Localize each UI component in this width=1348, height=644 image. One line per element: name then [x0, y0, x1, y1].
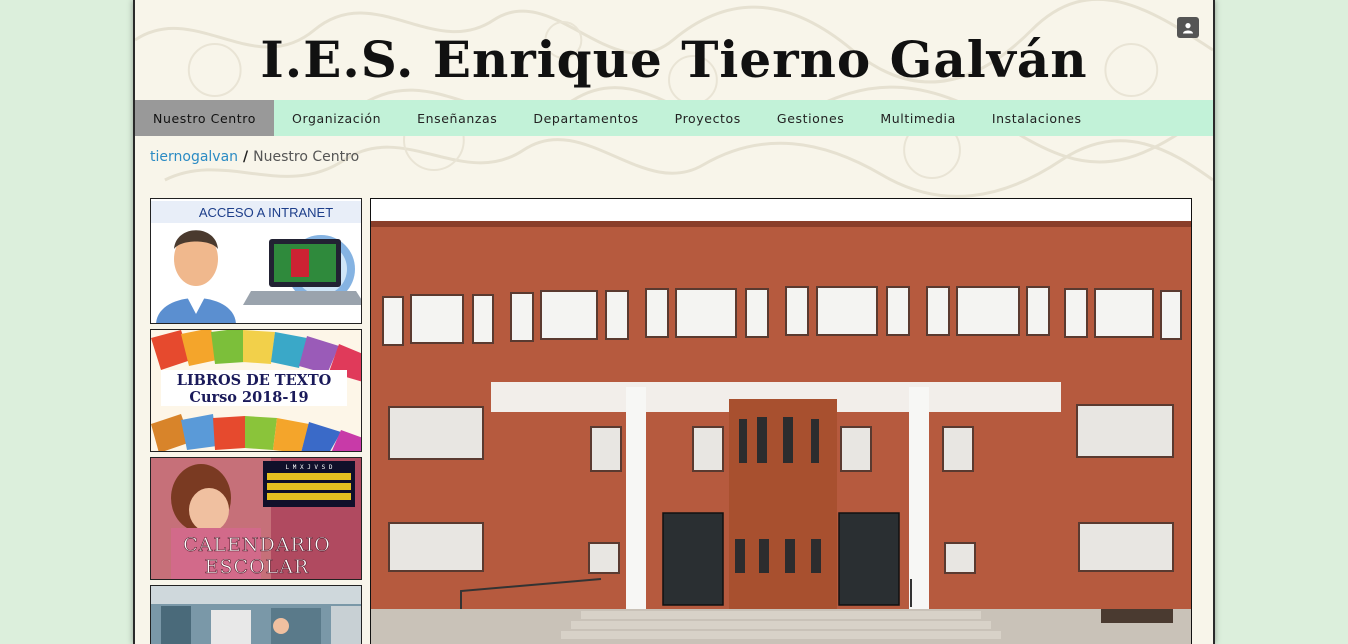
facilities-banner[interactable]	[150, 585, 362, 644]
breadcrumb-current: Nuestro Centro	[253, 149, 360, 165]
textbooks-banner[interactable]: LIBROS DE TEXTO Curso 2018-19	[150, 329, 362, 452]
nav-item-departamentos[interactable]: Departamentos	[515, 100, 656, 136]
intranet-banner-label: ACCESO A INTRANET	[199, 205, 333, 220]
site-title: I.E.S. Enrique Tierno Galván	[260, 30, 1088, 89]
workshop-photo	[151, 586, 361, 644]
user-login-button[interactable]	[1177, 17, 1199, 38]
calendar-weekdays: L M X J V S D	[286, 464, 333, 471]
breadcrumb-home-link[interactable]: tiernogalvan	[150, 149, 238, 165]
main-navigation: Nuestro Centro Organización Enseñanzas D…	[135, 100, 1213, 136]
nav-item-proyectos[interactable]: Proyectos	[657, 100, 759, 136]
calendar-banner-title: CALENDARIO	[183, 534, 331, 556]
building-illustration	[371, 199, 1191, 644]
textbooks-banner-year: Curso 2018-19	[189, 389, 308, 406]
calendar-banner-subtitle: ESCOLAR	[205, 556, 310, 578]
user-icon	[1183, 22, 1193, 33]
page-container: I.E.S. Enrique Tierno Galván Nuestro Cen…	[133, 0, 1215, 644]
nav-item-nuestro-centro[interactable]: Nuestro Centro	[135, 100, 275, 136]
nav-item-organizacion[interactable]: Organización	[274, 100, 399, 136]
textbooks-banner-title: LIBROS DE TEXTO	[177, 372, 332, 389]
intranet-illustration: ACCESO A INTRANET	[151, 199, 361, 323]
calendar-illustration: L M X J V S D CALENDARIO ESCOLAR	[151, 458, 361, 579]
school-calendar-banner[interactable]: L M X J V S D CALENDARIO ESCOLAR	[150, 457, 362, 580]
school-building-photo	[370, 198, 1192, 644]
nav-item-ensenanzas[interactable]: Enseñanzas	[399, 100, 515, 136]
breadcrumb: tiernogalvan / Nuestro Centro	[150, 149, 359, 165]
nav-item-multimedia[interactable]: Multimedia	[862, 100, 974, 136]
intranet-banner[interactable]: ACCESO A INTRANET	[150, 198, 362, 324]
nav-item-gestiones[interactable]: Gestiones	[759, 100, 862, 136]
breadcrumb-separator: /	[243, 149, 249, 165]
textbooks-illustration: LIBROS DE TEXTO Curso 2018-19	[151, 330, 361, 451]
nav-item-instalaciones[interactable]: Instalaciones	[974, 100, 1100, 136]
